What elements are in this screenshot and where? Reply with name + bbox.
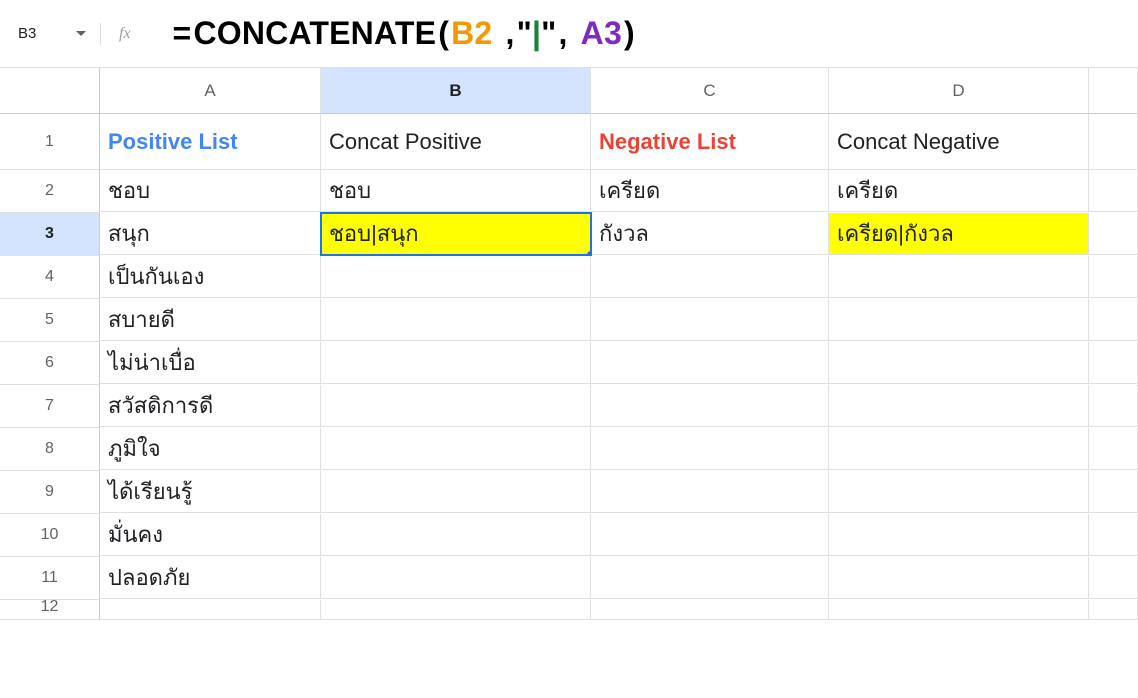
- cell-a5[interactable]: สบายดี: [100, 299, 321, 341]
- formula-function: CONCATENATE: [193, 15, 436, 52]
- formula-ref-a3: A3: [581, 15, 622, 52]
- cell-b1[interactable]: Concat Positive: [321, 114, 591, 170]
- row-header[interactable]: 2: [0, 170, 100, 213]
- cell-e3[interactable]: [1089, 213, 1138, 255]
- cell-e4[interactable]: [1089, 256, 1138, 298]
- formula-input[interactable]: =CONCATENATE(B2 ,"|", A3): [173, 15, 635, 52]
- chevron-down-icon[interactable]: [76, 31, 86, 36]
- cell-b3[interactable]: ชอบ|สนุก: [321, 213, 591, 255]
- formula-paren-open: (: [438, 15, 449, 52]
- col-header-e[interactable]: [1089, 68, 1138, 114]
- cell-d2[interactable]: เครียด: [829, 170, 1089, 212]
- row-header[interactable]: 6: [0, 342, 100, 385]
- cell-b9[interactable]: [321, 471, 591, 513]
- row-header[interactable]: 11: [0, 557, 100, 600]
- cell-c4[interactable]: [591, 256, 829, 298]
- cell-c6[interactable]: [591, 342, 829, 384]
- cell-a4[interactable]: เป็นกันเอง: [100, 256, 321, 298]
- cell-a7[interactable]: สวัสดิการดี: [100, 385, 321, 427]
- row-header[interactable]: 5: [0, 299, 100, 342]
- row-header[interactable]: 9: [0, 471, 100, 514]
- cell-b7[interactable]: [321, 385, 591, 427]
- cell-d5[interactable]: [829, 299, 1089, 341]
- row-header[interactable]: 3: [0, 213, 100, 256]
- formula-comma: ,: [558, 15, 567, 52]
- cell-b6[interactable]: [321, 342, 591, 384]
- col-header-d[interactable]: D: [829, 68, 1089, 114]
- cell-a8[interactable]: ภูมิใจ: [100, 428, 321, 470]
- row-header[interactable]: 10: [0, 514, 100, 557]
- row-header[interactable]: 7: [0, 385, 100, 428]
- cell-d4[interactable]: [829, 256, 1089, 298]
- cell-d10[interactable]: [829, 514, 1089, 556]
- cell-a12[interactable]: [100, 600, 321, 620]
- spreadsheet-grid[interactable]: A B C D 1 Positive List Concat Positive …: [0, 68, 1138, 620]
- cell-e10[interactable]: [1089, 514, 1138, 556]
- row-header[interactable]: 1: [0, 114, 100, 170]
- formula-ref-b2: B2: [451, 15, 492, 52]
- cell-a2[interactable]: ชอบ: [100, 170, 321, 212]
- cell-a11[interactable]: ปลอดภัย: [100, 557, 321, 599]
- cell-c12[interactable]: [591, 600, 829, 620]
- cell-d7[interactable]: [829, 385, 1089, 427]
- row-header[interactable]: 8: [0, 428, 100, 471]
- cell-e2[interactable]: [1089, 170, 1138, 212]
- cell-d12[interactable]: [829, 600, 1089, 620]
- cell-e9[interactable]: [1089, 471, 1138, 513]
- cell-c10[interactable]: [591, 514, 829, 556]
- cell-d1[interactable]: Concat Negative: [829, 114, 1089, 170]
- cell-e1[interactable]: [1089, 114, 1138, 170]
- row-header[interactable]: 4: [0, 256, 100, 299]
- cell-c11[interactable]: [591, 557, 829, 599]
- cell-e12[interactable]: [1089, 600, 1138, 620]
- cell-c7[interactable]: [591, 385, 829, 427]
- formula-bar: B3 fx =CONCATENATE(B2 ,"|", A3): [0, 0, 1138, 68]
- formula-comma: ,: [505, 15, 514, 52]
- cell-d11[interactable]: [829, 557, 1089, 599]
- cell-b10[interactable]: [321, 514, 591, 556]
- col-header-a[interactable]: A: [100, 68, 321, 114]
- col-header-b[interactable]: B: [321, 68, 591, 114]
- fx-icon[interactable]: fx: [109, 25, 135, 43]
- cell-b11[interactable]: [321, 557, 591, 599]
- cell-b4[interactable]: [321, 256, 591, 298]
- cell-c9[interactable]: [591, 471, 829, 513]
- cell-a3[interactable]: สนุก: [100, 213, 321, 255]
- cell-e5[interactable]: [1089, 299, 1138, 341]
- select-all-corner[interactable]: [0, 68, 100, 114]
- cell-a10[interactable]: มั่นคง: [100, 514, 321, 556]
- name-box[interactable]: B3: [8, 25, 92, 42]
- cell-d8[interactable]: [829, 428, 1089, 470]
- cell-e7[interactable]: [1089, 385, 1138, 427]
- cell-a1[interactable]: Positive List: [100, 114, 321, 170]
- cell-c3[interactable]: กังวล: [591, 213, 829, 255]
- cell-b12[interactable]: [321, 600, 591, 620]
- cell-c2[interactable]: เครียด: [591, 170, 829, 212]
- formula-equals: =: [173, 15, 192, 52]
- row-header[interactable]: 12: [0, 600, 100, 620]
- cell-e6[interactable]: [1089, 342, 1138, 384]
- cell-e11[interactable]: [1089, 557, 1138, 599]
- cell-d9[interactable]: [829, 471, 1089, 513]
- cell-b2[interactable]: ชอบ: [321, 170, 591, 212]
- divider: [100, 23, 101, 45]
- formula-pipe-literal: "|": [517, 15, 557, 52]
- cell-a6[interactable]: ไม่น่าเบื่อ: [100, 342, 321, 384]
- cell-c1[interactable]: Negative List: [591, 114, 829, 170]
- cell-c8[interactable]: [591, 428, 829, 470]
- cell-b5[interactable]: [321, 299, 591, 341]
- col-header-c[interactable]: C: [591, 68, 829, 114]
- cell-c5[interactable]: [591, 299, 829, 341]
- name-box-value: B3: [18, 25, 36, 42]
- cell-d3[interactable]: เครียด|กังวล: [829, 213, 1089, 255]
- cell-e8[interactable]: [1089, 428, 1138, 470]
- cell-a9[interactable]: ได้เรียนรู้: [100, 471, 321, 513]
- cell-b8[interactable]: [321, 428, 591, 470]
- cell-d6[interactable]: [829, 342, 1089, 384]
- formula-paren-close: ): [624, 15, 635, 52]
